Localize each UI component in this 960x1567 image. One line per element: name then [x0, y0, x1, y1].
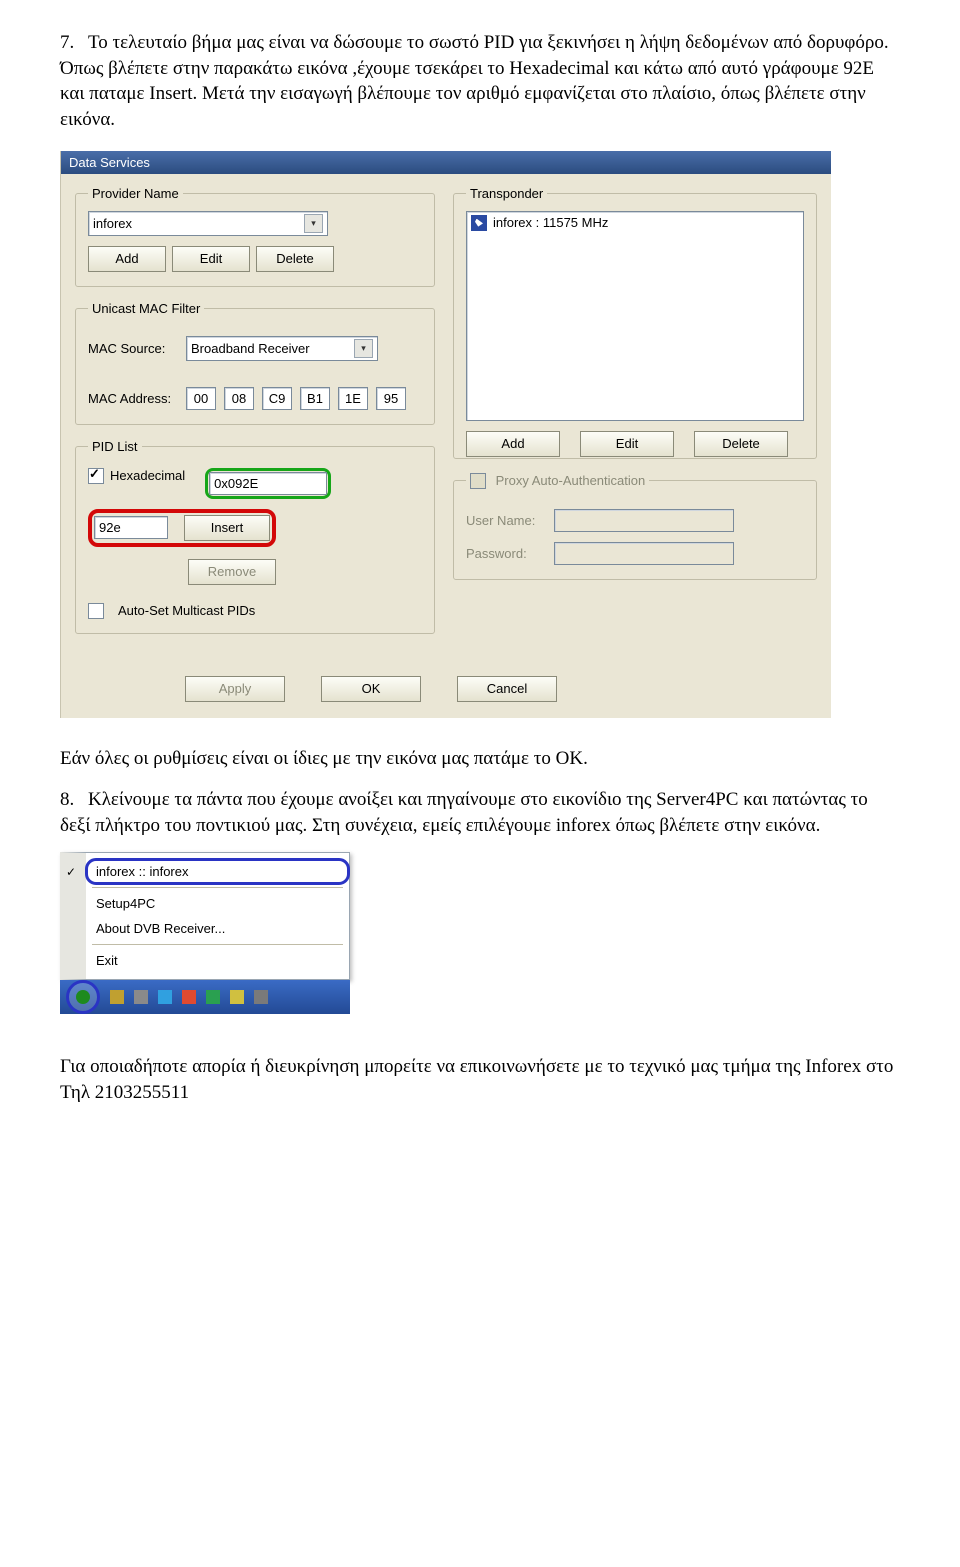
insert-button[interactable]: Insert	[184, 515, 270, 541]
group-proxy-auth: Proxy Auto-Authentication User Name: Pas…	[453, 473, 817, 581]
doc-item-7: 7.Το τελευταίο βήμα μας είναι να δώσουμε…	[60, 30, 900, 133]
proxy-legend: Proxy Auto-Authentication	[496, 473, 646, 488]
provider-value: inforex	[93, 216, 132, 231]
highlight-pid-list: 0x092E	[205, 468, 331, 499]
tray-icon[interactable]	[158, 990, 172, 1004]
menu-item-label: inforex :: inforex	[96, 864, 189, 879]
pid-listbox[interactable]: 0x092E	[209, 472, 327, 495]
mac-source-label: MAC Source:	[88, 341, 178, 356]
transponder-icon	[471, 215, 487, 231]
tray-icon[interactable]	[182, 990, 196, 1004]
menu-item-label: Setup4PC	[96, 896, 155, 911]
chevron-down-icon: ▾	[304, 214, 323, 233]
mac-octet-4[interactable]: 1E	[338, 387, 368, 410]
taskbar	[60, 980, 350, 1014]
mac-octet-0[interactable]: 00	[186, 387, 216, 410]
item8-number: 8.	[60, 787, 88, 813]
pid-input[interactable]: 92e	[94, 516, 168, 539]
highlight-tray-icon	[66, 980, 100, 1014]
mac-octet-3[interactable]: B1	[300, 387, 330, 410]
ok-button[interactable]: OK	[321, 676, 421, 702]
menu-separator	[92, 887, 343, 888]
mac-octet-1[interactable]: 08	[224, 387, 254, 410]
doc-item-8: 8.Κλείνουμε τα πάντα που έχουμε ανοίξει …	[60, 787, 900, 838]
highlight-pid-insert: 92e Insert	[88, 509, 276, 547]
transponder-edit-button[interactable]: Edit	[580, 431, 674, 457]
transponder-item-text: inforex : 11575 MHz	[493, 215, 608, 230]
mac-legend: Unicast MAC Filter	[88, 301, 204, 316]
menu-item-exit[interactable]: Exit	[86, 948, 349, 973]
menu-item-about[interactable]: About DVB Receiver...	[86, 916, 349, 941]
autoset-label: Auto-Set Multicast PIDs	[118, 603, 255, 618]
tray-icon[interactable]	[110, 990, 124, 1004]
tray-icon[interactable]	[134, 990, 148, 1004]
item7-number: 7.	[60, 30, 88, 56]
group-transponder: Transponder inforex : 11575 MHz Add Edit…	[453, 186, 817, 459]
transponder-listbox[interactable]: inforex : 11575 MHz	[466, 211, 804, 421]
provider-edit-button[interactable]: Edit	[172, 246, 250, 272]
mac-source-value: Broadband Receiver	[191, 341, 310, 356]
menu-item-setup4pc[interactable]: Setup4PC	[86, 891, 349, 916]
mac-source-combobox[interactable]: Broadband Receiver ▾	[186, 336, 378, 361]
mac-address-label: MAC Address:	[88, 391, 178, 406]
check-icon: ✓	[66, 865, 76, 879]
tray-icon[interactable]	[254, 990, 268, 1004]
screenshot-data-services: Data Services Provider Name inforex ▾ Ad…	[60, 151, 900, 718]
proxy-user-field	[554, 509, 734, 532]
server4pc-tray-icon[interactable]	[76, 990, 90, 1004]
tray-icon[interactable]	[206, 990, 220, 1004]
provider-legend: Provider Name	[88, 186, 183, 201]
group-pid-list: PID List Hexadecimal 0x092E	[75, 439, 435, 634]
proxy-pass-label: Password:	[466, 546, 546, 561]
mac-octet-2[interactable]: C9	[262, 387, 292, 410]
item8-text: Κλείνουμε τα πάντα που έχουμε ανοίξει κα…	[60, 789, 868, 836]
provider-delete-button[interactable]: Delete	[256, 246, 334, 272]
menu-separator	[92, 944, 343, 945]
menu-item-label: About DVB Receiver...	[96, 921, 225, 936]
doc-footer: Για οποιαδήποτε απορία ή διευκρίνηση μπο…	[60, 1054, 900, 1105]
item7-text: Το τελευταίο βήμα μας είναι να δώσουμε τ…	[60, 32, 889, 130]
dialog-title: Data Services	[61, 151, 831, 174]
screenshot-tray-menu: ✓ inforex :: inforex Setup4PC About DVB …	[60, 852, 350, 1014]
tray-icon[interactable]	[230, 990, 244, 1004]
transponder-add-button[interactable]: Add	[466, 431, 560, 457]
menu-item-label: Exit	[96, 953, 118, 968]
remove-button[interactable]: Remove	[188, 559, 276, 585]
chevron-down-icon: ▾	[354, 339, 373, 358]
provider-combobox[interactable]: inforex ▾	[88, 211, 328, 236]
menu-item-inforex[interactable]: ✓ inforex :: inforex	[86, 859, 349, 884]
transponder-legend: Transponder	[466, 186, 547, 201]
transponder-item: inforex : 11575 MHz	[471, 215, 799, 231]
transponder-delete-button[interactable]: Delete	[694, 431, 788, 457]
provider-add-button[interactable]: Add	[88, 246, 166, 272]
group-mac-filter: Unicast MAC Filter MAC Source: Broadband…	[75, 301, 435, 425]
hexadecimal-label: Hexadecimal	[110, 468, 185, 483]
apply-button[interactable]: Apply	[185, 676, 285, 702]
doc-mid-line: Εάν όλες οι ρυθμίσεις είναι οι ίδιες με …	[60, 746, 900, 772]
hexadecimal-checkbox[interactable]	[88, 468, 104, 484]
pid-legend: PID List	[88, 439, 142, 454]
mac-octet-5[interactable]: 95	[376, 387, 406, 410]
proxy-checkbox[interactable]	[470, 473, 486, 489]
context-menu: ✓ inforex :: inforex Setup4PC About DVB …	[60, 852, 350, 980]
proxy-pass-field	[554, 542, 734, 565]
group-provider-name: Provider Name inforex ▾ Add Edit Delete	[75, 186, 435, 287]
autoset-checkbox[interactable]	[88, 603, 104, 619]
proxy-user-label: User Name:	[466, 513, 546, 528]
cancel-button[interactable]: Cancel	[457, 676, 557, 702]
